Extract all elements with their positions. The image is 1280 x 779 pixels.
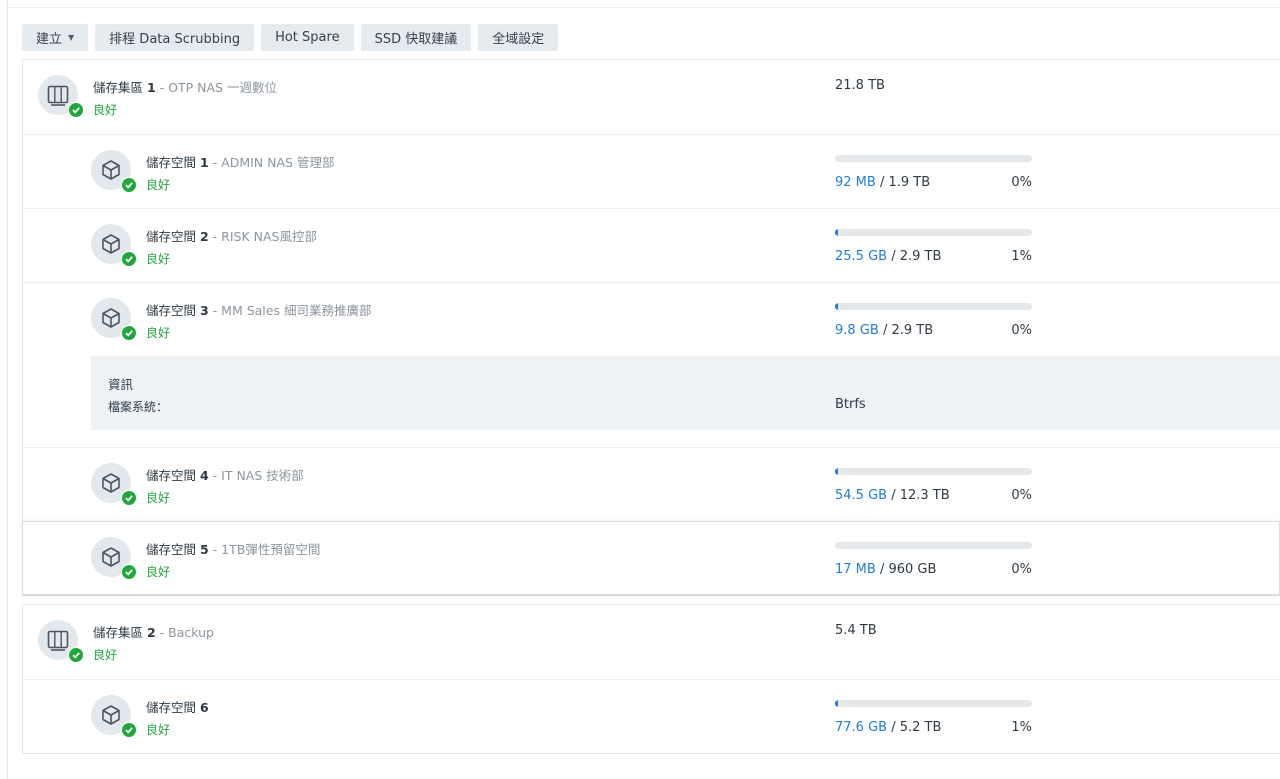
check-badge-icon: [121, 325, 137, 341]
check-badge-icon: [121, 177, 137, 193]
usage-percent: 1%: [1011, 249, 1032, 264]
nas-drive-icon: [38, 75, 84, 118]
usage-percent: 0%: [1011, 488, 1032, 503]
cube-icon: [91, 537, 137, 580]
hot-spare-button[interactable]: Hot Spare: [261, 24, 354, 51]
usage-text: 54.5 GB / 12.3 TB: [835, 488, 950, 503]
usage-bar-fill: [835, 303, 838, 310]
volume-status: 良好: [146, 565, 171, 579]
pool-title: 儲存集區 1 - OTP NAS 一週數位: [93, 80, 277, 95]
volume-row[interactable]: 儲存空間 3 - MM Sales 細司業務推廣部 良好 9.8 GB / 2.…: [23, 282, 1280, 356]
pool-capacity: 5.4 TB: [835, 623, 877, 638]
volume-title: 儲存空間 1 - ADMIN NAS 管理部: [146, 155, 335, 170]
pool-status: 良好: [93, 103, 118, 117]
usage-bar-fill: [835, 468, 838, 475]
usage-bar: [835, 303, 1032, 310]
volume-title: 儲存空間 4 - IT NAS 技術部: [146, 468, 304, 483]
create-label: 建立: [36, 32, 63, 47]
cube-icon: [91, 150, 137, 193]
volume-title: 儲存空間 5 - 1TB彈性預留空間: [146, 542, 321, 557]
info-heading: 資訊: [108, 377, 134, 392]
usage-percent: 0%: [1011, 562, 1032, 577]
storage-pool-row[interactable]: 儲存集區 2 - Backup 良好 5.4 TB: [23, 605, 1280, 679]
usage-bar: [835, 468, 1032, 475]
usage-text: 77.6 GB / 5.2 TB: [835, 720, 942, 735]
volume-status: 良好: [146, 723, 171, 737]
schedule-data-scrubbing-button[interactable]: 排程 Data Scrubbing: [95, 24, 255, 51]
usage-bar: [835, 155, 1032, 162]
create-button[interactable]: 建立 ▼: [22, 24, 89, 51]
storage-pool-row[interactable]: 儲存集區 1 - OTP NAS 一週數位 良好 21.8 TB: [23, 60, 1280, 134]
volume-row[interactable]: 儲存空間 1 - ADMIN NAS 管理部 良好 92 MB / 1.9 TB…: [23, 134, 1280, 208]
usage-text: 17 MB / 960 GB: [835, 562, 937, 577]
pool-title: 儲存集區 2 - Backup: [93, 625, 214, 640]
volume-status: 良好: [146, 491, 171, 505]
volume-row[interactable]: 儲存空間 6 良好 77.6 GB / 5.2 TB 1%: [23, 679, 1280, 753]
file-system-label: 檔案系統：: [108, 400, 169, 414]
volume-row[interactable]: 儲存空間 2 - RISK NAS風控部 良好 25.5 GB / 2.9 TB…: [23, 208, 1280, 282]
volume-row-selected[interactable]: 儲存空間 5 - 1TB彈性預留空間 良好 17 MB / 960 GB 0%: [22, 521, 1280, 595]
volume-row[interactable]: 儲存空間 4 - IT NAS 技術部 良好 54.5 GB / 12.3 TB…: [23, 447, 1280, 521]
cube-icon: [91, 463, 137, 506]
pool-capacity: 21.8 TB: [835, 78, 885, 93]
usage-bar: [835, 700, 1032, 707]
usage-text: 92 MB / 1.9 TB: [835, 175, 931, 190]
usage-percent: 0%: [1011, 175, 1032, 190]
volume-status: 良好: [146, 326, 171, 340]
check-badge-icon: [121, 564, 137, 580]
usage-bar: [835, 542, 1032, 549]
cube-icon: [91, 224, 137, 267]
volume-title: 儲存空間 6: [146, 700, 209, 715]
volume-title: 儲存空間 3 - MM Sales 細司業務推廣部: [146, 303, 372, 318]
check-badge-icon: [68, 102, 84, 118]
volume-status: 良好: [146, 178, 171, 192]
volume-info-section: 資訊 檔案系統： Btrfs: [23, 356, 1280, 447]
usage-bar-fill: [835, 700, 838, 707]
usage-text: 25.5 GB / 2.9 TB: [835, 249, 942, 264]
usage-percent: 0%: [1011, 323, 1032, 338]
cube-icon: [91, 298, 137, 341]
usage-percent: 1%: [1011, 720, 1032, 735]
storage-pool-card: 儲存集區 2 - Backup 良好 5.4 TB 儲存空間 6 良好 77.6…: [22, 604, 1280, 754]
caret-down-icon: ▼: [68, 33, 75, 42]
volume-title: 儲存空間 2 - RISK NAS風控部: [146, 229, 317, 244]
volume-status: 良好: [146, 252, 171, 266]
storage-pool-card: 儲存集區 1 - OTP NAS 一週數位 良好 21.8 TB 儲存空間 1 …: [22, 59, 1280, 596]
cube-icon: [91, 695, 137, 738]
ssd-cache-advisor-button[interactable]: SSD 快取建議: [360, 24, 472, 51]
check-badge-icon: [68, 647, 84, 663]
usage-bar-fill: [835, 229, 838, 236]
check-badge-icon: [121, 490, 137, 506]
nas-drive-icon: [38, 620, 84, 663]
global-settings-button[interactable]: 全域設定: [478, 24, 559, 51]
window-left-border: [7, 0, 8, 779]
check-badge-icon: [121, 251, 137, 267]
usage-text: 9.8 GB / 2.9 TB: [835, 323, 934, 338]
pool-status: 良好: [93, 648, 118, 662]
file-system-value: Btrfs: [835, 397, 866, 412]
usage-bar: [835, 229, 1032, 236]
volume-info-panel: 資訊 檔案系統： Btrfs: [91, 356, 1280, 430]
window-top-border: [7, 7, 1280, 8]
check-badge-icon: [121, 722, 137, 738]
toolbar: 建立 ▼ 排程 Data Scrubbing Hot Spare SSD 快取建…: [22, 24, 559, 51]
